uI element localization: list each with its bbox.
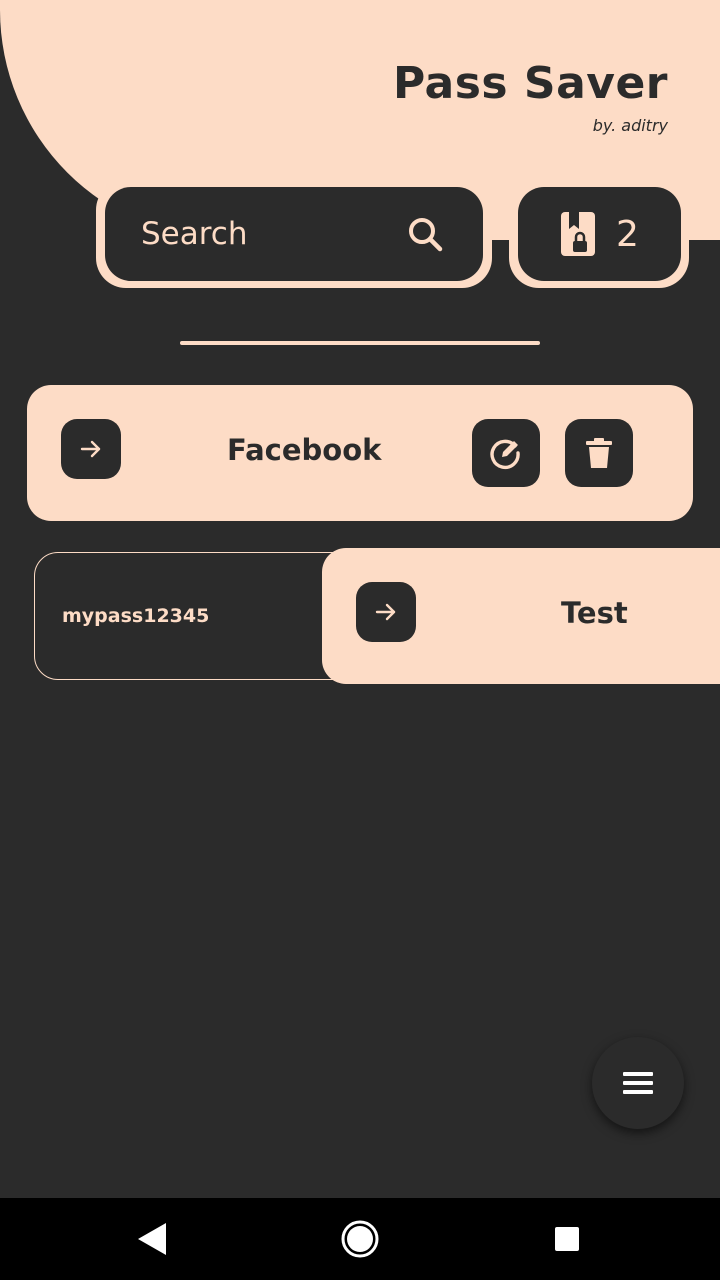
edit-icon (490, 439, 520, 470)
app-title: Pass Saver (392, 58, 668, 109)
menu-fab[interactable] (592, 1037, 684, 1129)
saved-count: 2 (616, 213, 639, 255)
saved-count-badge[interactable]: 2 (518, 187, 681, 281)
entry-card-test[interactable]: Test (322, 548, 720, 684)
revealed-password: mypass12345 (62, 605, 210, 627)
edit-entry-button[interactable] (472, 419, 540, 487)
home-icon[interactable] (340, 1219, 380, 1259)
search-label: Search (141, 216, 248, 252)
arrow-right-icon (80, 440, 101, 458)
entry-title: Test (561, 596, 628, 630)
trash-icon (586, 438, 612, 468)
entry-card-facebook[interactable]: Facebook (27, 385, 693, 521)
bookmark-lock-icon (561, 212, 596, 256)
open-entry-button[interactable] (356, 582, 416, 642)
back-icon[interactable] (136, 1222, 168, 1256)
arrow-right-icon (375, 603, 396, 621)
system-navbar (0, 1198, 720, 1280)
divider (180, 341, 540, 345)
open-entry-button[interactable] (61, 419, 121, 479)
recents-icon[interactable] (555, 1227, 579, 1251)
search-icon[interactable] (407, 216, 443, 252)
delete-entry-button[interactable] (565, 419, 633, 487)
menu-icon (623, 1072, 653, 1094)
search-field[interactable]: Search (105, 187, 483, 281)
entry-title: Facebook (227, 433, 382, 467)
app-byline: by. aditry (592, 116, 668, 135)
revealed-password-panel: mypass12345 (34, 552, 364, 680)
